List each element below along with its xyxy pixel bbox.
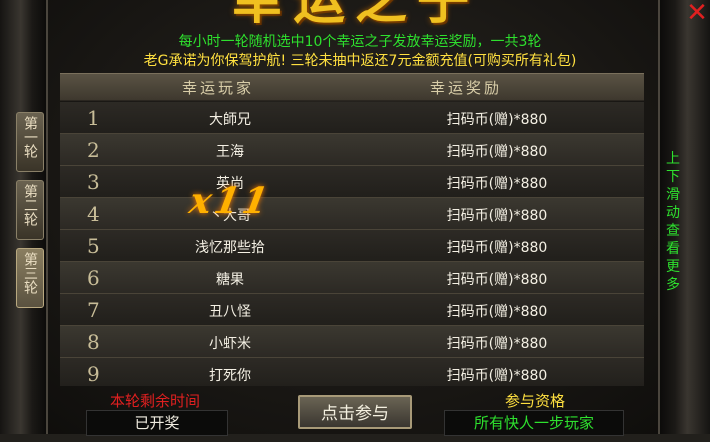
tab-round-2-label: 第二轮 bbox=[22, 184, 38, 226]
player-name: 糖果 bbox=[216, 272, 244, 288]
reward-text: 扫码币(赠)*880 bbox=[446, 336, 548, 352]
reward-text: 扫码币(赠)*880 bbox=[446, 272, 548, 288]
player-name: 丑八怪 bbox=[209, 304, 251, 320]
table-row: 9 打死你 扫码币(赠)*880 bbox=[60, 358, 644, 386]
tab-round-1[interactable]: 第一轮 bbox=[16, 112, 44, 172]
player-name: 大師兄 bbox=[209, 112, 251, 128]
table-row: 4 丶大哥 扫码币(赠)*880 bbox=[60, 198, 644, 230]
table-header: 幸运玩家 幸运奖励 bbox=[60, 73, 644, 101]
reward-text: 扫码币(赠)*880 bbox=[446, 144, 548, 160]
timer-label: 本轮剩余时间 bbox=[109, 392, 200, 410]
row-index: 4 bbox=[87, 202, 100, 226]
event-title: 幸运之子 bbox=[230, 0, 479, 31]
player-name: 王海 bbox=[216, 144, 244, 160]
close-icon[interactable]: ✕ bbox=[684, 0, 710, 26]
lucky-event-panel: 幸运之子 ✕ 每小时一轮随机选中10个幸运之子发放幸运奖励，一共3轮 老G承诺为… bbox=[0, 0, 710, 442]
row-index: 3 bbox=[87, 170, 100, 194]
reward-text: 扫码币(赠)*880 bbox=[446, 240, 548, 256]
tab-round-3[interactable]: 第三轮 bbox=[16, 248, 44, 308]
player-name: 打死你 bbox=[209, 368, 251, 384]
table-row: 5 浅忆那些拾 扫码币(赠)*880 bbox=[60, 230, 644, 262]
info-line-2: 老G承诺为你保驾护航! 三轮未抽中返还7元金额充值(可购买所有礼包) bbox=[143, 53, 577, 69]
tab-round-3-label: 第三轮 bbox=[22, 252, 38, 294]
row-index: 1 bbox=[87, 106, 100, 130]
eligibility-label: 参与资格 bbox=[504, 392, 565, 410]
reward-text: 扫码币(赠)*880 bbox=[446, 176, 548, 192]
header-player: 幸运玩家 bbox=[182, 79, 255, 97]
info-line-1: 每小时一轮随机选中10个幸运之子发放幸运奖励，一共3轮 bbox=[178, 34, 542, 50]
table-row: 3 英尚 扫码币(赠)*880 bbox=[60, 166, 644, 198]
table-row: 1 大師兄 扫码币(赠)*880 bbox=[60, 102, 644, 134]
reward-text: 扫码币(赠)*880 bbox=[446, 208, 548, 224]
table-row: 8 小虾米 扫码币(赠)*880 bbox=[60, 326, 644, 358]
row-index: 8 bbox=[87, 330, 100, 354]
row-index: 9 bbox=[87, 362, 100, 386]
player-name: 浅忆那些拾 bbox=[195, 240, 265, 256]
row-index: 6 bbox=[87, 266, 100, 290]
row-index: 2 bbox=[87, 138, 100, 162]
reward-text: 扫码币(赠)*880 bbox=[446, 368, 548, 384]
row-index: 7 bbox=[87, 298, 100, 322]
table-row: 2 王海 扫码币(赠)*880 bbox=[60, 134, 644, 166]
reward-text: 扫码币(赠)*880 bbox=[446, 112, 548, 128]
table-row: 6 糖果 扫码币(赠)*880 bbox=[60, 262, 644, 294]
header-reward: 幸运奖励 bbox=[430, 79, 503, 97]
table-row: 7 丑八怪 扫码币(赠)*880 bbox=[60, 294, 644, 326]
reward-text: 扫码币(赠)*880 bbox=[446, 304, 548, 320]
tab-round-2[interactable]: 第二轮 bbox=[16, 180, 44, 240]
player-name: 小虾米 bbox=[209, 336, 251, 352]
multiplier-badge: x11 bbox=[186, 180, 275, 222]
timer-value: 已开奖 bbox=[86, 410, 228, 436]
join-button[interactable]: 点击参与 bbox=[298, 395, 412, 429]
eligibility-value: 所有快人一步玩家 bbox=[444, 410, 624, 436]
row-index: 5 bbox=[87, 234, 100, 258]
winners-table[interactable]: 1 大師兄 扫码币(赠)*880 2 王海 扫码币(赠)*880 3 英尚 扫码… bbox=[60, 102, 644, 386]
tab-round-1-label: 第一轮 bbox=[22, 116, 38, 158]
scroll-hint: 上下滑动查看更多 bbox=[666, 151, 680, 293]
